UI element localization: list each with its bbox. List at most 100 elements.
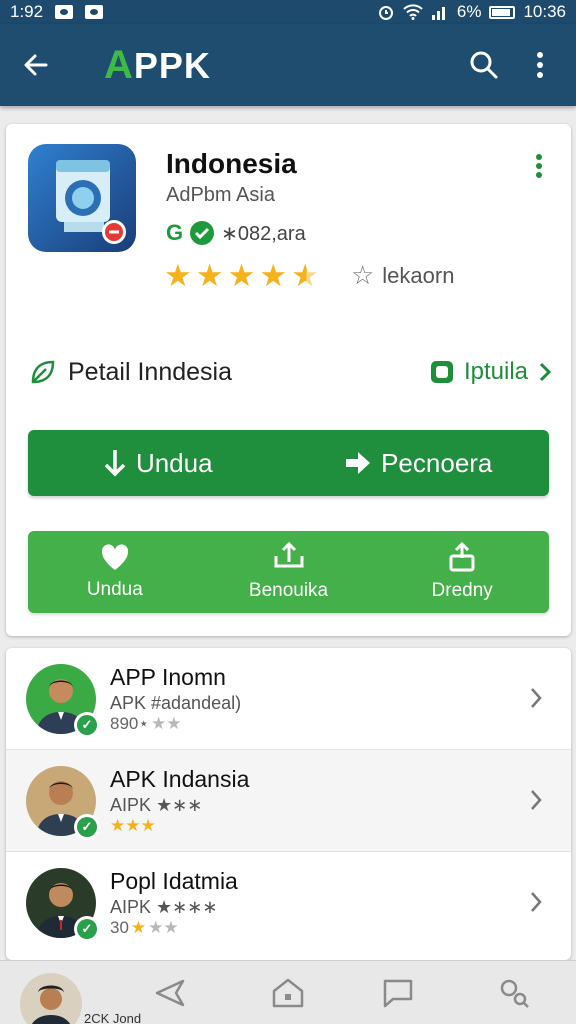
battery-icon [489, 5, 516, 19]
verified-badge-icon [190, 221, 215, 245]
star-icon: ★ [130, 918, 147, 937]
favorite-button[interactable]: Undua [28, 531, 202, 613]
overflow-menu-button[interactable] [512, 37, 568, 93]
washing-machine-icon [56, 160, 126, 244]
avatar: ✓ [26, 663, 100, 738]
home-icon [272, 978, 304, 1008]
verified-check-icon: ✓ [74, 711, 100, 738]
star-icon: ★ [195, 258, 224, 293]
star-icon: ★★★ [110, 816, 156, 835]
leaf-icon [31, 360, 55, 384]
list-item[interactable]: ✓ Popl Idatmia AIPK ★∗∗∗ 30 ★ ★★ [6, 852, 571, 954]
star-icon: ★★ [148, 918, 179, 937]
profile-label: 2CK Jond [84, 1011, 142, 1024]
status-bar: 1:92 6% 10:36 [0, 0, 576, 24]
item-title: Popl Idatmia [110, 868, 238, 894]
verified-check-icon: ✓ [74, 916, 100, 942]
alarm-icon [378, 6, 393, 20]
chat-icon [383, 979, 413, 1008]
heart-icon [101, 544, 128, 570]
nav-tab-home[interactable] [260, 971, 316, 1015]
item-subtitle: APK #adandeal) [110, 693, 242, 713]
rating-stars: ★ ★ ★ ★ ★ [164, 260, 319, 291]
verified-check-icon: ✓ [74, 813, 100, 840]
meta-count: ∗082,ara [221, 222, 306, 245]
upload-box-icon [449, 542, 475, 572]
check-box-icon [430, 361, 453, 383]
image-notification-icon [85, 5, 104, 19]
back-arrow-icon [24, 54, 48, 76]
app-bar: A PPK [0, 24, 576, 106]
app-detail-card: Indonesia AdPbm Asia G ∗082,ara ★ ★ ★ ★ … [6, 124, 571, 636]
nav-tab-account[interactable] [486, 971, 542, 1015]
star-outline-icon: ☆ [350, 260, 375, 290]
search-icon [470, 51, 498, 79]
review-button[interactable]: ☆ lekaorn [351, 260, 454, 291]
nav-tab-messages[interactable] [370, 971, 426, 1015]
forward-button-label: Pecnoera [381, 447, 493, 478]
list-item[interactable]: ✓ APK Indansia AIPK ★∗∗ ★★★ [6, 750, 571, 852]
rating-row: ★ ★ ★ ★ ★ ☆ lekaorn [164, 260, 454, 291]
download-button-label: Undua [135, 447, 213, 478]
detail-title-text: Petail Inndesia [68, 357, 233, 386]
status-time: 10:36 [523, 2, 566, 21]
share-hand-icon [274, 542, 303, 568]
star-icon: ★★ [151, 714, 182, 733]
download-arrow-icon [104, 450, 126, 477]
status-time-left: 1:92 [10, 2, 44, 21]
review-label: lekaorn [382, 262, 455, 288]
chevron-right-icon [529, 686, 543, 715]
half-star-icon: ★ [291, 258, 319, 293]
avatar: ✓ [26, 868, 100, 942]
item-rating: ★★★ [110, 816, 249, 836]
signal-icon [431, 7, 445, 20]
battery-percent: 6% [456, 2, 482, 21]
item-title: APK Indansia [110, 766, 250, 792]
more-vertical-icon [536, 154, 542, 178]
star-icon: ★ [227, 258, 256, 293]
detail-link-text: Iptuila [463, 358, 528, 385]
bottom-nav: 2CK Jond [0, 960, 576, 1024]
person-icon [32, 985, 70, 1024]
app-developer: AdPbm Asia [166, 184, 275, 206]
chevron-right-icon [529, 890, 543, 919]
chevron-right-icon [539, 362, 552, 382]
profile-avatar[interactable] [20, 973, 82, 1024]
download-button[interactable]: Undua [28, 430, 289, 496]
chevron-right-icon [529, 788, 543, 817]
wifi-icon [403, 4, 423, 20]
secondary-action-bar: Undua Benouika Dredny [28, 531, 549, 613]
logo-text: PPK [133, 44, 211, 86]
send-arrow-icon [155, 979, 185, 1007]
right-arrow-icon [346, 452, 371, 474]
detail-link[interactable]: Iptuila [430, 358, 552, 386]
app-icon [28, 144, 136, 252]
primary-action-bar: Undua Pecnoera [28, 430, 549, 496]
nav-tab-send[interactable] [142, 971, 198, 1015]
search-button[interactable] [456, 37, 512, 93]
app-logo: A PPK [104, 43, 211, 88]
avatar: ✓ [26, 765, 100, 840]
share-button-label: Benouika [248, 580, 329, 601]
list-item[interactable]: ✓ APP Inomn APK #adandeal) 890⋆ ★★ [6, 648, 571, 750]
account-search-icon [500, 979, 529, 1008]
related-apps-list: ✓ APP Inomn APK #adandeal) 890⋆ ★★ ✓ APK … [6, 648, 571, 960]
upload-button[interactable]: Dredny [375, 531, 549, 613]
more-vertical-icon [537, 52, 543, 78]
forward-button[interactable]: Pecnoera [289, 430, 550, 496]
item-rating: 890⋆ ★★ [110, 714, 241, 734]
detail-title: Petail Inndesia [28, 357, 232, 387]
item-rating-prefix: 30 [110, 918, 129, 937]
star-icon: ★ [164, 258, 192, 293]
card-menu-button[interactable] [521, 148, 557, 184]
item-title: APP Inomn [110, 664, 226, 690]
item-rating-prefix: 890⋆ [110, 714, 150, 733]
share-button[interactable]: Benouika [202, 531, 376, 613]
item-subtitle: AIPK ★∗∗∗ [110, 897, 218, 917]
logo-initial: A [104, 42, 134, 87]
notification-icon [55, 5, 74, 19]
meta-prefix: G [166, 220, 184, 245]
back-button[interactable] [8, 37, 64, 93]
app-meta: G ∗082,ara [166, 220, 306, 246]
detail-row: Petail Inndesia Iptuila [28, 350, 552, 394]
